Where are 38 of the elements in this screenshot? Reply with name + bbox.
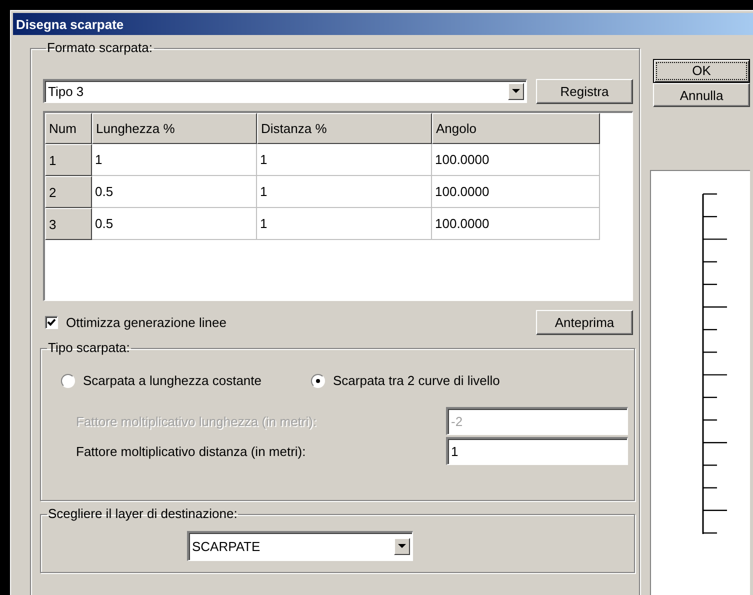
column-header[interactable]: Distanza % — [257, 113, 432, 144]
group-label: Scegliere il layer di destinazione: — [47, 507, 238, 521]
checkbox[interactable] — [45, 316, 58, 328]
dropdown-button[interactable] — [508, 83, 524, 100]
table-cell: 1 — [257, 144, 432, 176]
table-cell: 100.0000 — [432, 208, 600, 240]
dialog-button[interactable]: OK — [653, 59, 750, 83]
check-icon — [47, 318, 56, 326]
caret-icon — [512, 89, 520, 94]
table-cell: 1 — [92, 144, 257, 176]
group-label: Tipo scarpata: — [47, 341, 131, 355]
group-label: Formato scarpata: — [46, 41, 154, 55]
table-cell: 1 — [257, 208, 432, 240]
field-label: Fattore moltiplicativo distanza (in metri): — [76, 444, 306, 458]
dropdown-button[interactable] — [394, 538, 410, 555]
row-header[interactable]: 1 — [45, 144, 92, 176]
radio-option[interactable]: Scarpata a lunghezza costante — [61, 373, 311, 388]
row-header[interactable]: 3 — [45, 208, 92, 240]
table-cell: 0.5 — [92, 208, 257, 240]
table-cell: 100.0000 — [432, 144, 600, 176]
column-header[interactable]: Lunghezza % — [92, 113, 257, 144]
caret-icon — [398, 544, 406, 549]
table-cell: 0.5 — [92, 176, 257, 208]
dialog-button[interactable]: Annulla — [653, 83, 750, 107]
row-header[interactable]: 2 — [45, 176, 92, 208]
radio-button[interactable] — [311, 374, 325, 388]
radio-label: Scarpata a lunghezza costante — [83, 373, 262, 388]
format-dropdown[interactable]: Tipo 3 — [43, 79, 527, 103]
table-cell: 1 — [257, 176, 432, 208]
radio-button[interactable] — [61, 374, 75, 388]
save-button[interactable]: Registra — [536, 78, 633, 104]
preview-button[interactable]: Anteprima — [536, 310, 633, 334]
column-header[interactable]: Num — [45, 113, 92, 144]
window-title: Disegna scarpate — [16, 16, 124, 32]
input-field[interactable]: 1 — [446, 437, 628, 465]
layer-dropdown[interactable]: SCARPATE — [187, 531, 413, 561]
column-header[interactable]: Angolo — [432, 113, 600, 144]
table-cell: 100.0000 — [432, 176, 600, 208]
